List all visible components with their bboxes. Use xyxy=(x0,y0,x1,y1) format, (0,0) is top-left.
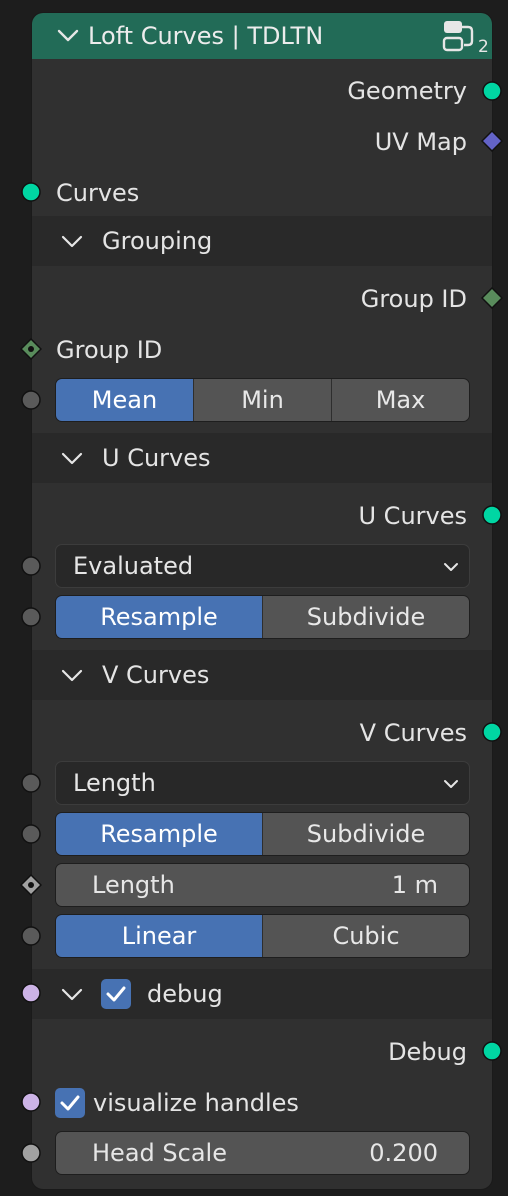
u-curves-method-input-socket[interactable] xyxy=(20,606,42,628)
group-id-output-socket[interactable] xyxy=(481,287,503,309)
input-group-id-row: Group ID xyxy=(32,327,492,373)
user-count: 2 xyxy=(478,37,489,55)
u-curves-mode-input-socket[interactable] xyxy=(20,555,42,577)
output-u-curves-label: U Curves xyxy=(358,502,467,530)
chevron-down-icon xyxy=(61,235,83,248)
chevron-down-icon xyxy=(61,452,83,465)
u-curves-mode-dropdown[interactable]: Evaluated xyxy=(55,544,470,588)
dropdown-value: Length xyxy=(73,769,156,797)
output-debug-label: Debug xyxy=(388,1038,467,1066)
debug-output-socket[interactable] xyxy=(481,1040,503,1062)
output-v-curves-row: V Curves xyxy=(32,710,492,756)
output-group-id-row: Group ID xyxy=(32,276,492,322)
cubic-option[interactable]: Cubic xyxy=(262,915,469,957)
checkmark-icon xyxy=(106,986,126,1002)
output-geometry-row: Geometry xyxy=(32,68,492,114)
group-id-input-socket[interactable] xyxy=(20,338,42,360)
output-uv-map-label: UV Map xyxy=(374,128,467,156)
length-value: 1 m xyxy=(391,871,438,899)
dropdown-value: Evaluated xyxy=(73,552,194,580)
mode-mean-option[interactable]: Mean xyxy=(56,379,193,421)
u-curves-output-socket[interactable] xyxy=(481,504,503,526)
v-subdivide-option[interactable]: Subdivide xyxy=(262,813,469,855)
interpolation-input-socket[interactable] xyxy=(20,925,42,947)
node-title: Loft Curves | TDLTN xyxy=(88,22,324,50)
output-u-curves-row: U Curves xyxy=(32,493,492,539)
visualize-handles-row: visualize handles xyxy=(32,1080,492,1126)
checkmark-icon xyxy=(60,1095,80,1111)
collapse-chevron-icon[interactable] xyxy=(56,23,80,47)
chevron-down-icon xyxy=(444,563,458,571)
output-group-id-label: Group ID xyxy=(360,285,467,313)
chevron-down-icon xyxy=(61,669,83,682)
length-field[interactable]: Length 1 m xyxy=(55,863,470,907)
visualize-handles-input-socket[interactable] xyxy=(20,1091,42,1113)
panel-grouping-header[interactable]: Grouping xyxy=(32,216,492,266)
panel-u-curves-label: U Curves xyxy=(102,444,211,472)
v-curves-mode-input-socket[interactable] xyxy=(20,772,42,794)
length-label: Length xyxy=(92,871,175,899)
node-header[interactable]: Loft Curves | TDLTN 2 xyxy=(32,13,492,59)
curves-input-socket[interactable] xyxy=(20,181,42,203)
v-curves-method-input-socket[interactable] xyxy=(20,823,42,845)
geometry-output-socket[interactable] xyxy=(481,80,503,102)
head-scale-value: 0.200 xyxy=(369,1139,438,1167)
output-debug-row: Debug xyxy=(32,1029,492,1075)
panel-debug-label: debug xyxy=(147,980,223,1008)
panel-v-curves-label: V Curves xyxy=(102,661,210,689)
u-resample-option[interactable]: Resample xyxy=(56,596,262,638)
mode-max-option[interactable]: Max xyxy=(331,379,469,421)
chevron-down-icon xyxy=(444,780,458,788)
interpolation-selector[interactable]: Linear Cubic xyxy=(55,914,470,958)
grouping-mode-input-socket[interactable] xyxy=(20,389,42,411)
visualize-handles-checkbox[interactable] xyxy=(55,1088,85,1118)
head-scale-field[interactable]: Head Scale 0.200 xyxy=(55,1131,470,1175)
input-curves-label: Curves xyxy=(56,179,140,207)
output-uv-map-row: UV Map xyxy=(32,119,492,165)
head-scale-label: Head Scale xyxy=(92,1139,227,1167)
debug-checkbox[interactable] xyxy=(101,979,131,1009)
v-curves-output-socket[interactable] xyxy=(481,721,503,743)
grouping-mode-selector[interactable]: Mean Min Max xyxy=(55,378,470,422)
chevron-down-icon xyxy=(61,988,83,1001)
mode-min-option[interactable]: Min xyxy=(193,379,331,421)
panel-grouping-label: Grouping xyxy=(102,227,213,255)
v-resample-option[interactable]: Resample xyxy=(56,813,262,855)
u-curves-method-selector[interactable]: Resample Subdivide xyxy=(55,595,470,639)
output-geometry-label: Geometry xyxy=(347,77,467,105)
input-curves-row: Curves xyxy=(32,170,492,216)
panel-debug-header[interactable]: debug xyxy=(32,969,492,1019)
panel-v-curves-header[interactable]: V Curves xyxy=(32,650,492,700)
debug-input-socket[interactable] xyxy=(20,982,42,1004)
u-subdivide-option[interactable]: Subdivide xyxy=(262,596,469,638)
v-curves-mode-dropdown[interactable]: Length xyxy=(55,761,470,805)
loft-curves-node[interactable]: Loft Curves | TDLTN 2 Geometry UV Map Cu… xyxy=(31,12,493,1190)
panel-u-curves-header[interactable]: U Curves xyxy=(32,433,492,483)
head-scale-input-socket[interactable] xyxy=(20,1142,42,1164)
v-curves-method-selector[interactable]: Resample Subdivide xyxy=(55,812,470,856)
length-input-socket[interactable] xyxy=(20,874,42,896)
linear-option[interactable]: Linear xyxy=(56,915,262,957)
output-v-curves-label: V Curves xyxy=(359,719,467,747)
uv-map-output-socket[interactable] xyxy=(481,130,503,152)
node-group-icon[interactable]: 2 xyxy=(442,19,490,55)
visualize-handles-label: visualize handles xyxy=(93,1089,299,1117)
input-group-id-label: Group ID xyxy=(56,336,163,364)
